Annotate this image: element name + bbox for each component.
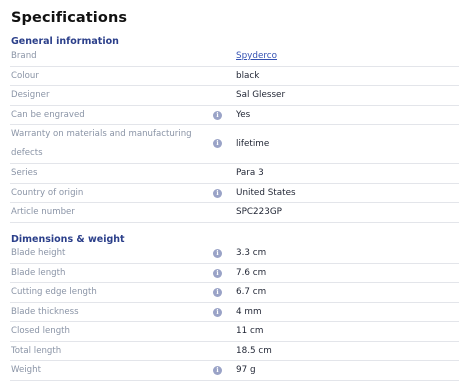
spec-row-designer: Designer Sal Glesser [10, 86, 459, 106]
info-icon[interactable]: i [213, 268, 222, 278]
spec-row-total-length: Total length 18.5 cm [10, 342, 459, 361]
info-icon[interactable]: i [213, 139, 222, 148]
spec-row-article-number: Article number SPC223GP [10, 203, 459, 223]
spec-value: SPC223GP [236, 207, 282, 217]
spec-row-brand: Brand Spyderco [10, 47, 459, 67]
spec-row-can-be-engraved: Can be engraved i Yes [10, 106, 459, 125]
spec-row-series: Series Para 3 [10, 164, 459, 184]
spec-value: 18.5 cm [236, 345, 272, 356]
spec-row-blade-height: Blade height i 3.3 cm [10, 244, 459, 264]
spec-row-country-of-origin: Country of origin i United States [10, 184, 459, 203]
dimensions-weight-table: Blade height i 3.3 cm Blade length i 7.6… [10, 244, 459, 381]
spec-label: Designer [11, 90, 50, 100]
spec-value: 4 mm [236, 306, 262, 317]
spec-row-cutting-edge-length: Cutting edge length i 6.7 cm [10, 283, 459, 303]
spec-label: Article number [11, 207, 75, 217]
spec-row-warranty: Warranty on materials and manufacturing … [10, 125, 459, 164]
spec-row-blade-thickness: Blade thickness i 4 mm [10, 303, 459, 322]
spec-value: Sal Glesser [236, 90, 286, 100]
general-information-table: Brand Spyderco Colour black Designer Sal… [10, 47, 459, 223]
brand-link[interactable]: Spyderco [236, 47, 277, 66]
section-title-general-information: General information [11, 36, 119, 47]
spec-value: 7.6 cm [236, 267, 267, 278]
info-icon[interactable]: i [213, 249, 222, 258]
info-icon[interactable]: i [213, 110, 222, 120]
spec-label: Colour [11, 70, 39, 81]
spec-value: Yes [236, 109, 251, 120]
spec-value: Para 3 [236, 168, 264, 178]
spec-label: Blade length [11, 267, 66, 278]
spec-label: Warranty on materials and manufacturing … [11, 129, 192, 158]
spec-row-blade-length: Blade length i 7.6 cm [10, 264, 459, 283]
spec-label: Closed length [11, 326, 70, 336]
spec-label: Can be engraved [11, 109, 85, 120]
info-icon[interactable]: i [213, 366, 222, 375]
info-icon[interactable]: i [213, 188, 222, 198]
specifications-panel: Specifications General information Brand… [0, 0, 469, 387]
spec-label: Cutting edge length [11, 287, 97, 297]
spec-label: Blade thickness [11, 306, 79, 317]
spec-row-closed-length: Closed length 11 cm [10, 322, 459, 342]
spec-label: Blade height [11, 248, 66, 258]
spec-value: black [236, 70, 260, 81]
spec-value: 6.7 cm [236, 287, 267, 297]
page-title: Specifications [11, 10, 128, 26]
spec-row-weight: Weight i 97 g [10, 361, 459, 381]
spec-label: Brand [11, 51, 37, 61]
spec-value: United States [236, 187, 296, 198]
spec-label: Country of origin [11, 187, 84, 198]
spec-value: 97 g [236, 365, 256, 375]
spec-value: lifetime [236, 139, 270, 149]
spec-value: 11 cm [236, 326, 264, 336]
spec-label: Weight [11, 365, 41, 375]
spec-label: Total length [11, 345, 62, 356]
info-icon[interactable]: i [213, 307, 222, 317]
spec-row-colour: Colour black [10, 67, 459, 86]
info-icon[interactable]: i [213, 288, 222, 297]
spec-label: Series [11, 168, 38, 178]
spec-value: 3.3 cm [236, 248, 267, 258]
